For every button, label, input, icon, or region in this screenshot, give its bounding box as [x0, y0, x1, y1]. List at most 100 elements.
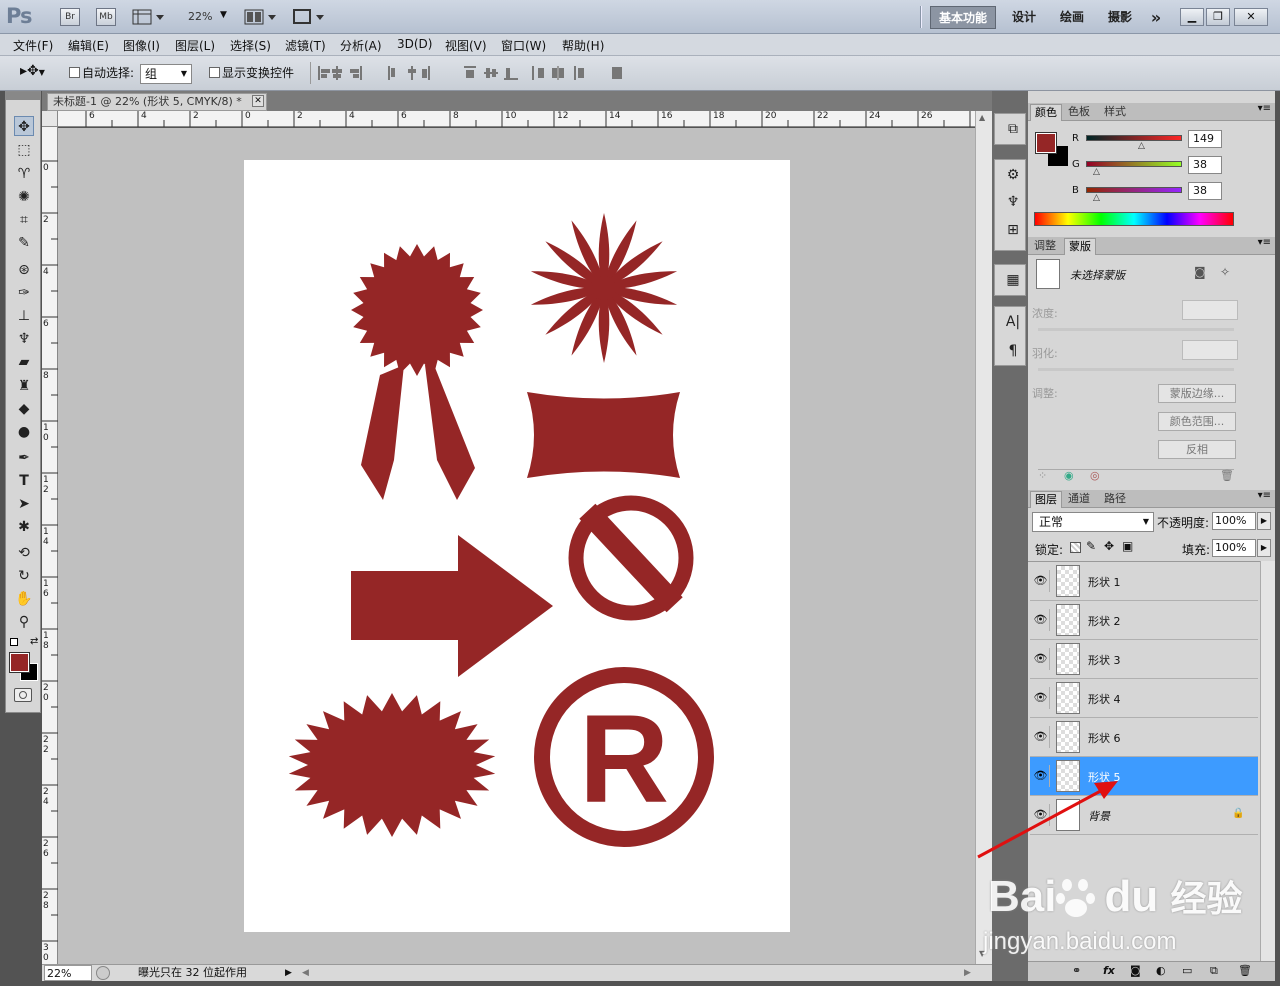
menu-filter[interactable]: 滤镜(T)	[285, 37, 326, 54]
horizontal-ruler[interactable]: 6 4 2 0 2 4 6 8 10 12 14 16 18 20 22 24 26	[58, 111, 975, 127]
zoom-dropdown-icon[interactable]: ▼	[220, 10, 227, 20]
mask-edge-button[interactable]: 蒙版边缘...	[1158, 384, 1236, 403]
hand-tool-icon[interactable]: ✋	[14, 589, 34, 609]
workspace-painting[interactable]: 绘画	[1052, 6, 1092, 29]
menu-layer[interactable]: 图层(L)	[175, 37, 215, 54]
menu-window[interactable]: 窗口(W)	[501, 37, 546, 54]
clone-source-icon[interactable]: ♆	[999, 190, 1027, 214]
minimize-button[interactable]: ▁	[1180, 8, 1204, 26]
lock-all-icon[interactable]: ▣	[1122, 539, 1133, 553]
menu-file[interactable]: 文件(F)	[13, 37, 53, 54]
add-pixel-mask-icon[interactable]: ◙	[1194, 265, 1206, 279]
fill-field[interactable]: 100%	[1212, 539, 1256, 557]
screen-mode-button[interactable]	[292, 8, 326, 26]
paragraph-panel-icon[interactable]: ¶	[999, 339, 1027, 363]
menu-edit[interactable]: 编辑(E)	[68, 37, 109, 54]
feather-slider[interactable]	[1038, 368, 1234, 371]
add-mask-icon[interactable]: ◙	[1130, 964, 1141, 977]
tab-adjustments[interactable]: 调整	[1030, 238, 1060, 255]
auto-select-dropdown[interactable]: 组 ▼	[140, 64, 192, 84]
tab-layers[interactable]: 图层	[1030, 491, 1062, 508]
clone-stamp-tool-icon[interactable]: ⊥	[14, 306, 34, 326]
b-value-field[interactable]: 38	[1188, 182, 1222, 200]
bridge-button[interactable]: Br	[60, 8, 80, 26]
show-transform-checkbox[interactable]	[209, 67, 220, 78]
menu-analysis[interactable]: 分析(A)	[340, 37, 382, 54]
document-tab[interactable]: 未标题-1 @ 22% (形状 5, CMYK/8) *	[47, 93, 267, 111]
visibility-eye-icon[interactable]: 👁	[1032, 687, 1050, 709]
panel-menu-icon[interactable]: ▾≡	[1258, 103, 1271, 114]
link-layers-icon[interactable]: ⚭	[1072, 964, 1081, 977]
ruler-origin[interactable]	[42, 111, 58, 127]
new-layer-icon[interactable]: ⧉	[1210, 964, 1218, 978]
type-tool-icon[interactable]: T	[14, 471, 34, 491]
panel-menu-icon[interactable]: ▾≡	[1258, 237, 1271, 248]
opacity-field[interactable]: 100%	[1212, 512, 1256, 530]
load-selection-icon[interactable]: ⁘	[1038, 469, 1047, 482]
crop-tool-icon[interactable]: ⌗	[14, 210, 34, 230]
lock-position-icon[interactable]: ✥	[1104, 539, 1114, 553]
default-colors-icon[interactable]	[10, 638, 18, 646]
b-slider[interactable]	[1086, 187, 1182, 193]
blend-mode-select[interactable]: 正常 ▼	[1032, 512, 1154, 532]
visibility-eye-icon[interactable]: 👁	[1032, 726, 1050, 748]
tab-paths[interactable]: 路径	[1100, 491, 1130, 508]
g-value-field[interactable]: 38	[1188, 156, 1222, 174]
eyedropper-tool-icon[interactable]: ✎	[14, 233, 34, 253]
menu-view[interactable]: 视图(V)	[445, 37, 487, 54]
swap-colors-icon[interactable]: ⇄	[30, 636, 38, 647]
arrange-documents-button[interactable]	[244, 8, 278, 26]
marquee-tool-icon[interactable]: ⬚	[14, 140, 34, 160]
menu-select[interactable]: 选择(S)	[230, 37, 271, 54]
zoom-tool-icon[interactable]: ⚲	[14, 612, 34, 632]
g-slider-thumb[interactable]: △	[1093, 167, 1100, 177]
dodge-tool-icon[interactable]: ●	[14, 422, 34, 442]
zoom-level-select[interactable]: 22%	[188, 10, 212, 23]
vertical-ruler[interactable]: 0 2 4 6 8 1 0 1 2 1 4 1 6 1 8 2 0 2 2 2 4 2 6 2 8 3 0	[42, 127, 58, 965]
status-menu-icon[interactable]: ▶	[285, 965, 292, 981]
3d-orbit-tool-icon[interactable]: ↻	[14, 566, 34, 586]
tool-preset-picker[interactable]: ▸✥▼	[20, 63, 56, 83]
lasso-tool-icon[interactable]: ♈	[14, 164, 34, 184]
layer-row[interactable]: 👁 形状 2	[1030, 601, 1258, 640]
r-slider-thumb[interactable]: △	[1138, 141, 1145, 151]
add-vector-mask-icon[interactable]: ✧	[1220, 265, 1230, 279]
document-canvas[interactable]: R	[244, 160, 790, 932]
tools-panel-header[interactable]	[6, 92, 40, 100]
tab-styles[interactable]: 样式	[1100, 104, 1130, 121]
eraser-tool-icon[interactable]: ▰	[14, 352, 34, 372]
tab-swatches[interactable]: 色板	[1064, 104, 1094, 121]
visibility-eye-icon[interactable]: 👁	[1032, 648, 1050, 670]
navigator-panel-icon[interactable]: ▦	[999, 268, 1027, 292]
layers-scrollbar[interactable]	[1260, 561, 1275, 961]
brush-presets-icon[interactable]: ⚙	[999, 163, 1027, 187]
visibility-eye-icon[interactable]: 👁	[1032, 570, 1050, 592]
foreground-color-swatch[interactable]	[1035, 132, 1057, 154]
more-workspaces-button[interactable]: »	[1144, 6, 1168, 29]
tab-color[interactable]: 颜色	[1030, 104, 1062, 121]
visibility-eye-icon[interactable]: 👁	[1032, 609, 1050, 631]
pen-tool-icon[interactable]: ✒	[14, 448, 34, 468]
delete-layer-icon[interactable]: 🗑	[1238, 964, 1252, 977]
color-spectrum-bar[interactable]	[1034, 212, 1234, 226]
disable-mask-icon[interactable]: ◎	[1090, 469, 1100, 482]
layer-row[interactable]: 👁 形状 6	[1030, 718, 1258, 757]
lock-pixels-icon[interactable]: ✎	[1086, 539, 1096, 553]
align-distribute-icons[interactable]	[318, 64, 628, 82]
mini-bridge-button[interactable]: Mb	[96, 8, 116, 26]
view-extras-button[interactable]	[132, 8, 166, 26]
opacity-slider-icon[interactable]: ▶	[1257, 512, 1271, 530]
scroll-up-icon[interactable]: ▲	[979, 113, 985, 122]
restore-button[interactable]: ❐	[1206, 8, 1230, 26]
fx-button[interactable]: fx	[1103, 964, 1115, 977]
actions-panel-icon[interactable]: ⊞	[999, 218, 1027, 242]
color-range-button[interactable]: 颜色范围...	[1158, 412, 1236, 431]
menu-image[interactable]: 图像(I)	[123, 37, 160, 54]
move-tool-icon[interactable]: ✥	[14, 116, 34, 136]
invert-button[interactable]: 反相	[1158, 440, 1236, 459]
blur-tool-icon[interactable]: ◆	[14, 399, 34, 419]
menu-3d[interactable]: 3D(D)	[397, 37, 432, 51]
tab-masks[interactable]: 蒙版	[1064, 238, 1096, 255]
close-document-icon[interactable]: ✕	[252, 95, 264, 107]
g-slider[interactable]	[1086, 161, 1182, 167]
